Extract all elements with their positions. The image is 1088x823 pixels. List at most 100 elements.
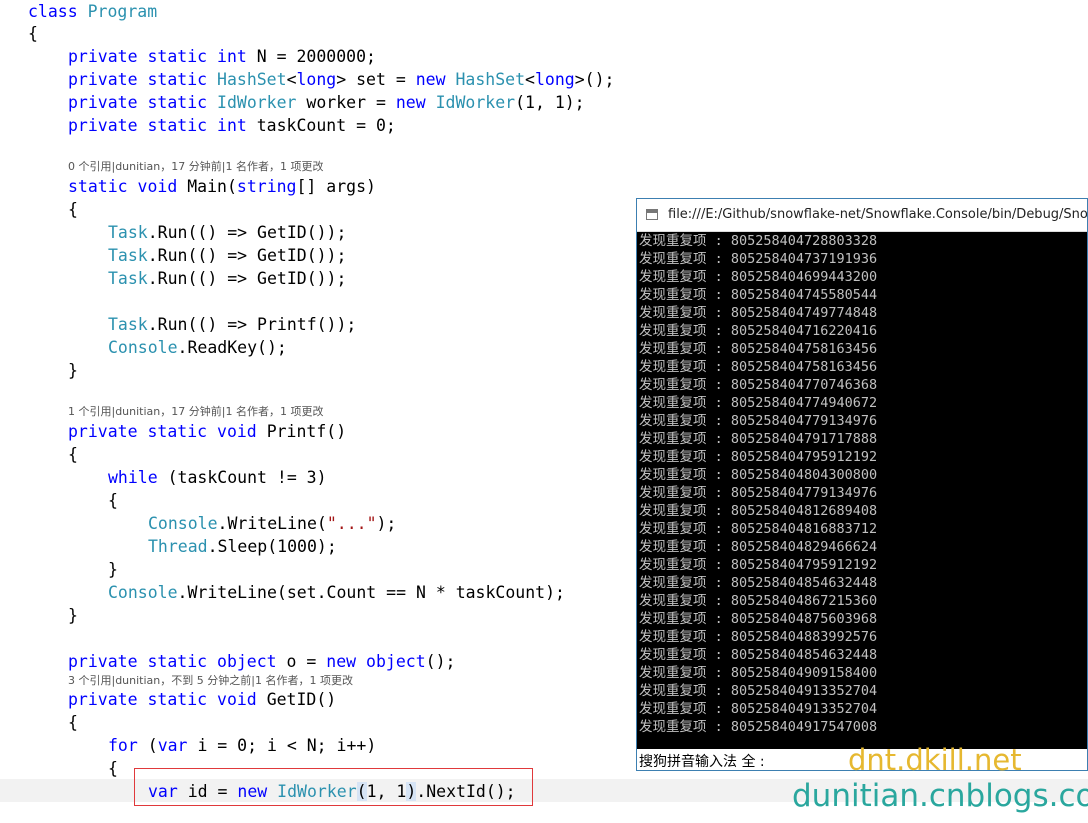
console-line: 发现重复项 : 805258404804300800 bbox=[639, 467, 878, 483]
console-line: 发现重复项 : 805258404745580544 bbox=[639, 287, 878, 303]
code-line: } bbox=[68, 604, 78, 627]
console-line: 发现重复项 : 805258404774940672 bbox=[639, 395, 878, 411]
code-line: Thread.Sleep(1000); bbox=[148, 535, 337, 558]
code-line: class Program bbox=[28, 0, 157, 23]
code-line: { bbox=[108, 757, 118, 780]
code-token: .ReadKey(); bbox=[177, 338, 287, 357]
code-token: ); bbox=[376, 514, 397, 533]
code-line: { bbox=[68, 198, 78, 221]
code-token: Task bbox=[108, 246, 148, 265]
console-line: 发现重复项 : 805258404737191936 bbox=[639, 251, 878, 267]
code-token: private static bbox=[68, 70, 218, 89]
code-token: .Run(() => GetID()); bbox=[147, 269, 347, 288]
code-line: private static object o = new object(); bbox=[68, 650, 455, 673]
code-line: { bbox=[108, 489, 118, 512]
code-token: } bbox=[68, 361, 78, 380]
code-token: long bbox=[534, 70, 575, 89]
console-line: 发现重复项 : 805258404728803328 bbox=[639, 233, 878, 249]
codelens[interactable]: 1 个引用|dunitian，17 分钟前|1 名作者，1 项更改 bbox=[68, 404, 323, 420]
code-token: .WriteLine(set.Count == N * taskCount); bbox=[177, 583, 565, 602]
console-line: 发现重复项 : 805258404812689408 bbox=[639, 503, 878, 519]
code-token: < bbox=[286, 70, 297, 89]
console-output[interactable]: 发现重复项 : 805258404728803328 发现重复项 : 805258… bbox=[637, 232, 1087, 770]
code-token: var bbox=[157, 736, 198, 755]
code-token: while bbox=[108, 468, 168, 487]
console-line: 发现重复项 : 805258404758163456 bbox=[639, 341, 878, 357]
code-token: new bbox=[415, 70, 456, 89]
console-line: 发现重复项 : 805258404909158400 bbox=[639, 665, 878, 681]
console-line: 发现重复项 : 805258404795912192 bbox=[639, 449, 878, 465]
console-app-icon bbox=[646, 209, 658, 220]
code-token: [] args) bbox=[296, 177, 376, 196]
console-line: 发现重复项 : 805258404854632448 bbox=[639, 647, 878, 663]
code-token: Thread bbox=[148, 537, 208, 556]
code-token: class bbox=[28, 2, 88, 21]
code-token: Main( bbox=[187, 177, 237, 196]
code-token: worker = bbox=[296, 93, 396, 112]
code-token: (taskCount != 3) bbox=[167, 468, 327, 487]
code-token: new object bbox=[326, 652, 426, 671]
code-token: private static object bbox=[68, 652, 287, 671]
code-token: static void bbox=[68, 177, 188, 196]
code-token: { bbox=[68, 445, 78, 464]
code-line: private static IdWorker worker = new IdW… bbox=[68, 91, 585, 114]
code-token: { bbox=[68, 713, 78, 732]
code-token: N = 2000000; bbox=[256, 47, 376, 66]
code-token: HashSet bbox=[217, 70, 287, 89]
console-line: 发现重复项 : 805258404770746368 bbox=[639, 377, 878, 393]
code-token: (1, 1); bbox=[515, 93, 585, 112]
code-token: >(); bbox=[574, 70, 615, 89]
code-token: private static int bbox=[68, 47, 257, 66]
code-token: string bbox=[236, 177, 297, 196]
code-token: IdWorker bbox=[217, 93, 297, 112]
code-line: Console.ReadKey(); bbox=[108, 336, 287, 359]
code-line: Task.Run(() => GetID()); bbox=[108, 221, 346, 244]
console-line: 发现重复项 : 805258404875603968 bbox=[639, 611, 878, 627]
code-token: { bbox=[108, 759, 118, 778]
code-token: .Run(() => GetID()); bbox=[147, 223, 347, 242]
console-title: file:///E:/Github/snowflake-net/Snowflak… bbox=[668, 207, 1087, 222]
codelens[interactable]: 0 个引用|dunitian，17 分钟前|1 名作者，1 项更改 bbox=[68, 159, 323, 175]
code-token: taskCount = 0; bbox=[256, 116, 396, 135]
code-token: Program bbox=[87, 2, 158, 21]
code-token: (); bbox=[425, 652, 456, 671]
code-line: Console.WriteLine(set.Count == N * taskC… bbox=[108, 581, 565, 604]
code-token: GetID() bbox=[266, 690, 337, 709]
console-line: 发现重复项 : 805258404829466624 bbox=[639, 539, 878, 555]
code-token: private static int bbox=[68, 116, 257, 135]
console-window[interactable]: file:///E:/Github/snowflake-net/Snowflak… bbox=[636, 198, 1088, 771]
codelens[interactable]: 3 个引用|dunitian，不到 5 分钟之前|1 名作者，1 项更改 bbox=[68, 673, 353, 689]
code-line: private static void Printf() bbox=[68, 420, 346, 443]
code-token: "..." bbox=[326, 514, 377, 533]
console-line: 发现重复项 : 805258404699443200 bbox=[639, 269, 878, 285]
code-token: long bbox=[296, 70, 337, 89]
code-line: Console.WriteLine("..."); bbox=[148, 512, 396, 535]
code-token: .WriteLine( bbox=[217, 514, 327, 533]
code-token: Console bbox=[148, 514, 218, 533]
console-line: 发现重复项 : 805258404795912192 bbox=[639, 557, 878, 573]
code-token: new bbox=[395, 93, 436, 112]
console-line: 发现重复项 : 805258404867215360 bbox=[639, 593, 878, 609]
console-line: 发现重复项 : 805258404749774848 bbox=[639, 305, 878, 321]
code-token: IdWorker bbox=[435, 93, 516, 112]
code-token: ( bbox=[147, 736, 158, 755]
code-token: { bbox=[28, 24, 38, 43]
code-token: .Run(() => Printf()); bbox=[147, 315, 357, 334]
console-line: 发现重复项 : 805258404779134976 bbox=[639, 485, 878, 501]
code-token: Task bbox=[108, 269, 148, 288]
console-line: 发现重复项 : 805258404854632448 bbox=[639, 575, 878, 591]
console-line: 发现重复项 : 805258404779134976 bbox=[639, 413, 878, 429]
console-line: 发现重复项 : 805258404758163456 bbox=[639, 359, 878, 375]
watermark-site: dnt.dkill.net bbox=[848, 743, 1022, 777]
code-token: Printf() bbox=[266, 422, 347, 441]
code-token: < bbox=[525, 70, 535, 89]
code-token: } bbox=[108, 560, 118, 579]
watermark-blog: dunitian.cnblogs.com bbox=[792, 778, 1088, 814]
console-line: 发现重复项 : 805258404883992576 bbox=[639, 629, 878, 645]
code-line: } bbox=[68, 359, 78, 382]
code-line: } bbox=[108, 558, 118, 581]
console-titlebar[interactable]: file:///E:/Github/snowflake-net/Snowflak… bbox=[637, 199, 1087, 232]
code-token: Task bbox=[108, 223, 148, 242]
code-token: > set = bbox=[336, 70, 416, 89]
console-line: 发现重复项 : 805258404716220416 bbox=[639, 323, 878, 339]
